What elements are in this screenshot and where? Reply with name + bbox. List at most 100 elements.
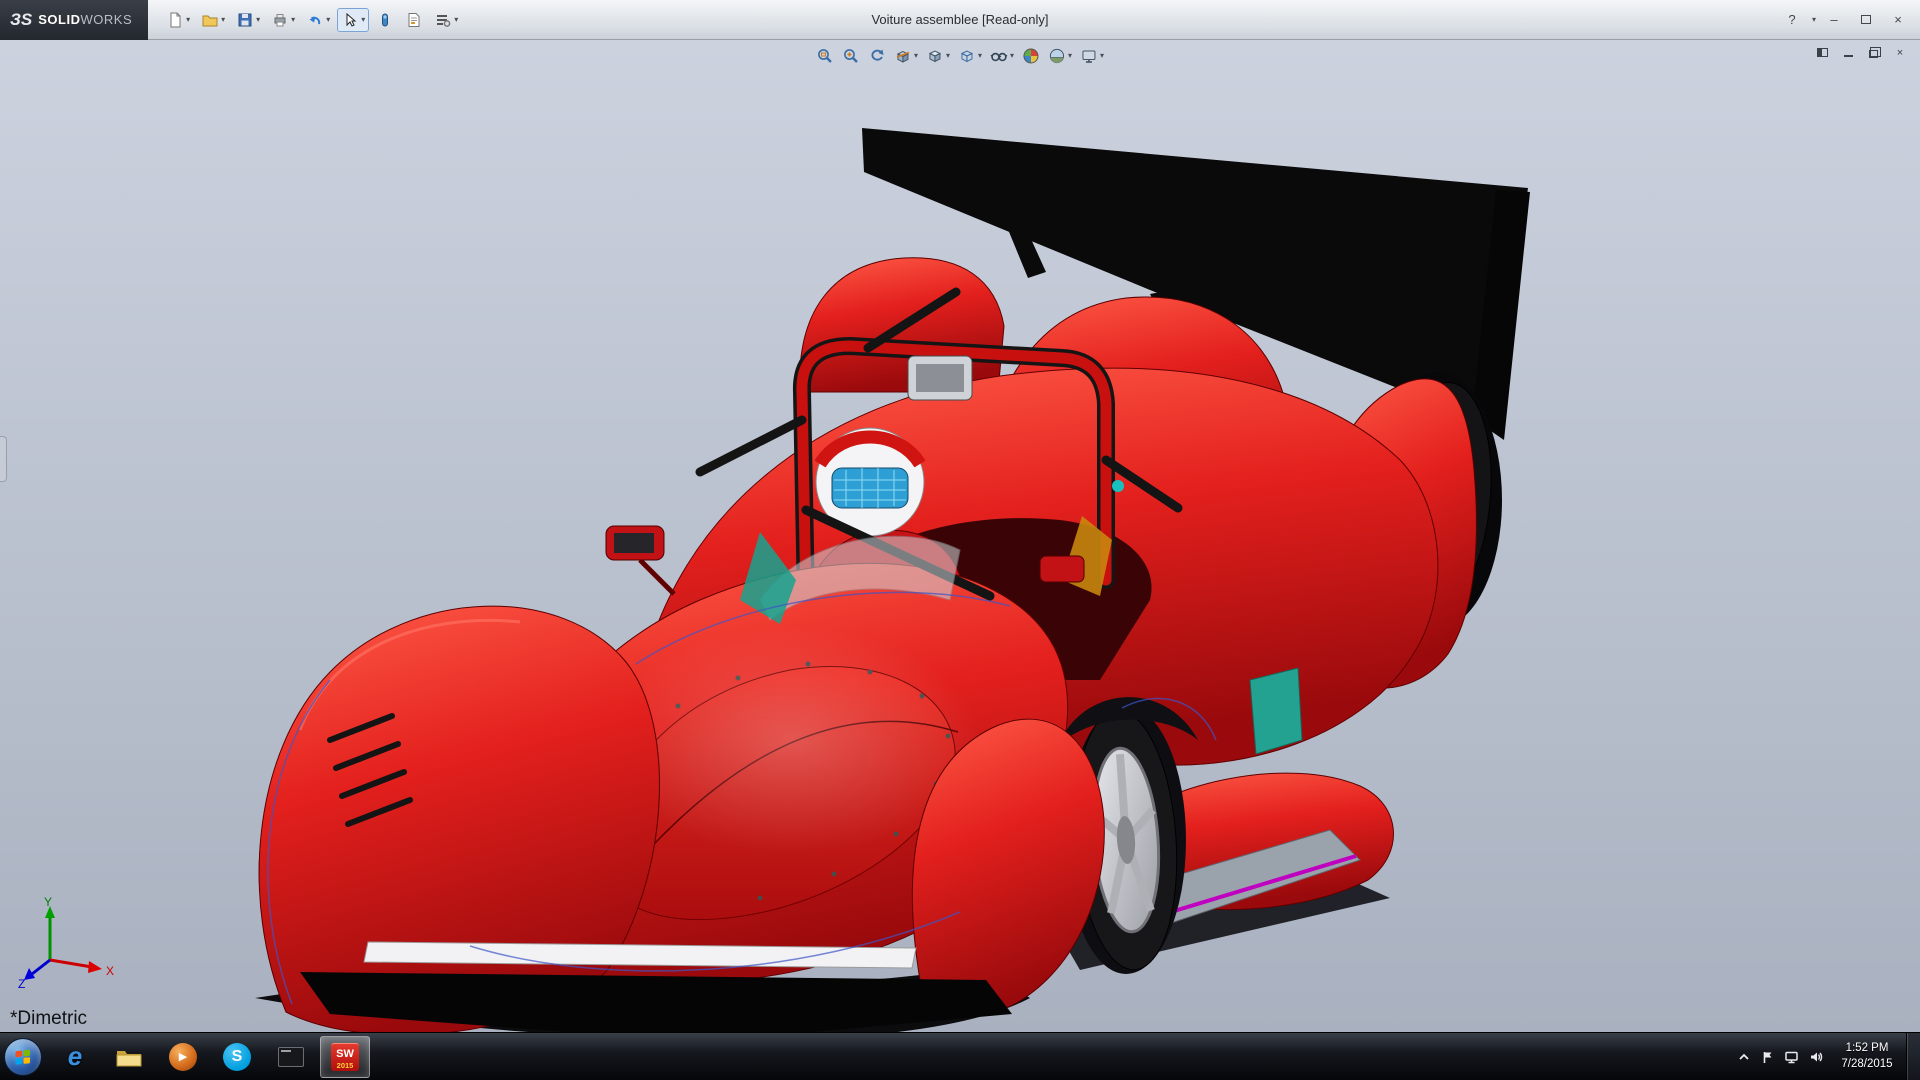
new-document-icon — [166, 11, 184, 29]
dropdown-caret-icon[interactable]: ▾ — [186, 16, 190, 24]
view-settings-icon — [1080, 47, 1098, 65]
save-button[interactable]: ▾ — [232, 8, 264, 32]
display-style-icon — [958, 47, 976, 65]
minimize-button[interactable]: – — [1820, 9, 1848, 31]
system-tray: 1:52 PM 7/28/2015 — [1732, 1033, 1920, 1080]
folder-icon — [115, 1046, 143, 1068]
previous-view-button[interactable] — [865, 44, 889, 68]
solidworks-window: ЗS SOLIDWORKS ▾ ▾ ▾ ▾ ▾ — [0, 0, 1920, 1080]
feature-pane-splitter[interactable] — [0, 436, 7, 482]
media-player-icon: ▶ — [169, 1043, 197, 1071]
show-desktop-button[interactable] — [1906, 1033, 1920, 1080]
console-window-icon — [278, 1047, 304, 1067]
dropdown-caret-icon[interactable]: ▾ — [361, 16, 365, 24]
windscreen-panel[interactable] — [908, 356, 972, 400]
help-button[interactable]: ? — [1778, 9, 1806, 31]
dropdown-caret-icon[interactable]: ▾ — [221, 16, 225, 24]
media-player-button[interactable]: ▶ — [158, 1036, 208, 1078]
flag-icon — [1761, 1050, 1775, 1064]
model-canvas[interactable] — [0, 40, 1920, 1032]
dropdown-caret-icon[interactable]: ▾ — [291, 16, 295, 24]
pane-toggle-button[interactable] — [1812, 44, 1832, 61]
close-button[interactable]: × — [1884, 9, 1912, 31]
rebuild-button[interactable] — [372, 8, 398, 32]
start-button[interactable] — [0, 1033, 46, 1080]
file-explorer-button[interactable] — [104, 1036, 154, 1078]
dropdown-caret-icon[interactable]: ▾ — [256, 16, 260, 24]
volume-button[interactable] — [1804, 1037, 1828, 1077]
new-document-button[interactable]: ▾ — [162, 8, 194, 32]
solidworks-taskbar-button[interactable]: SW 2015 — [320, 1036, 370, 1078]
doc-restore-button[interactable] — [1864, 44, 1884, 61]
dropdown-caret-icon[interactable]: ▾ — [1068, 52, 1072, 60]
file-properties-button[interactable] — [401, 8, 427, 32]
solidworks-logo-glyph: ЗS — [10, 10, 32, 30]
options-list-icon — [434, 11, 452, 29]
save-floppy-icon — [236, 11, 254, 29]
triad-x-label: X — [106, 964, 114, 978]
brand-bold: SOLID — [38, 12, 80, 27]
internet-explorer-button[interactable]: e — [50, 1036, 100, 1078]
dropdown-caret-icon[interactable]: ▾ — [1100, 52, 1104, 60]
section-view-button[interactable]: ▾ — [891, 44, 921, 68]
windows-orb-icon — [4, 1038, 42, 1076]
triad-z-label: Z — [18, 977, 25, 988]
view-orientation-button[interactable]: ▾ — [923, 44, 953, 68]
action-center-button[interactable] — [1756, 1037, 1780, 1077]
doc-minimize-button[interactable] — [1838, 44, 1858, 61]
solidworks-app-icon: SW 2015 — [331, 1043, 359, 1071]
help-caret-icon[interactable]: ▾ — [1812, 16, 1816, 24]
dropdown-caret-icon[interactable]: ▾ — [1010, 52, 1014, 60]
clock-time: 1:52 PM — [1828, 1041, 1906, 1057]
zoom-to-area-button[interactable] — [839, 44, 863, 68]
select-tool-button[interactable]: ▾ — [337, 8, 369, 32]
glasses-icon — [990, 47, 1008, 65]
taskbar-clock[interactable]: 1:52 PM 7/28/2015 — [1828, 1041, 1906, 1072]
open-document-button[interactable]: ▾ — [197, 8, 229, 32]
doc-minimize-icon — [1844, 55, 1853, 57]
doc-close-button[interactable]: × — [1890, 44, 1910, 61]
left-front-fender[interactable] — [259, 606, 660, 1032]
undo-button[interactable]: ▾ — [302, 8, 334, 32]
view-settings-button[interactable]: ▾ — [1077, 44, 1107, 68]
maximize-button[interactable] — [1852, 9, 1880, 31]
speaker-icon — [1809, 1050, 1824, 1064]
monitor-icon — [1784, 1050, 1800, 1064]
dropdown-caret-icon[interactable]: ▾ — [454, 16, 458, 24]
solidworks-logo: ЗS SOLIDWORKS — [0, 0, 148, 40]
document-window-controls: × — [1812, 44, 1910, 61]
print-button[interactable]: ▾ — [267, 8, 299, 32]
orientation-triad: Y X Z — [16, 896, 120, 988]
dropdown-caret-icon[interactable]: ▾ — [326, 16, 330, 24]
clock-date: 7/28/2015 — [1828, 1057, 1906, 1073]
solidworks-year-badge: 2015 — [331, 1061, 359, 1070]
select-cursor-icon — [341, 11, 359, 29]
network-status-button[interactable] — [1780, 1037, 1804, 1077]
dropdown-caret-icon[interactable]: ▾ — [978, 52, 982, 60]
internet-explorer-icon: e — [68, 1041, 82, 1072]
helmet-visor — [832, 468, 908, 508]
front-splitter[interactable] — [300, 942, 1012, 1032]
tray-expand-button[interactable] — [1732, 1037, 1756, 1077]
rebuild-icon — [376, 11, 394, 29]
skype-button[interactable]: S — [212, 1036, 262, 1078]
triad-y-label: Y — [44, 896, 52, 909]
brand-light: WORKS — [81, 12, 133, 27]
edit-appearance-button[interactable] — [1019, 44, 1043, 68]
skype-icon: S — [223, 1043, 251, 1071]
chevron-up-icon — [1737, 1050, 1751, 1064]
zoom-to-fit-icon — [816, 47, 834, 65]
zoom-to-fit-button[interactable] — [813, 44, 837, 68]
console-window-button[interactable] — [266, 1036, 316, 1078]
graphics-area[interactable]: ▾ ▾ ▾ ▾ ▾ ▾ — [0, 40, 1920, 1032]
dropdown-caret-icon[interactable]: ▾ — [914, 52, 918, 60]
hide-show-items-button[interactable]: ▾ — [987, 44, 1017, 68]
windows-taskbar: e ▶ S SW 2015 — [0, 1032, 1920, 1080]
dropdown-caret-icon[interactable]: ▾ — [946, 52, 950, 60]
solidworks-initials: SW — [336, 1049, 354, 1060]
quick-access-toolbar: ▾ ▾ ▾ ▾ ▾ ▾ — [148, 8, 462, 32]
doc-restore-icon — [1869, 50, 1878, 58]
display-style-button[interactable]: ▾ — [955, 44, 985, 68]
options-button[interactable]: ▾ — [430, 8, 462, 32]
apply-scene-button[interactable]: ▾ — [1045, 44, 1075, 68]
